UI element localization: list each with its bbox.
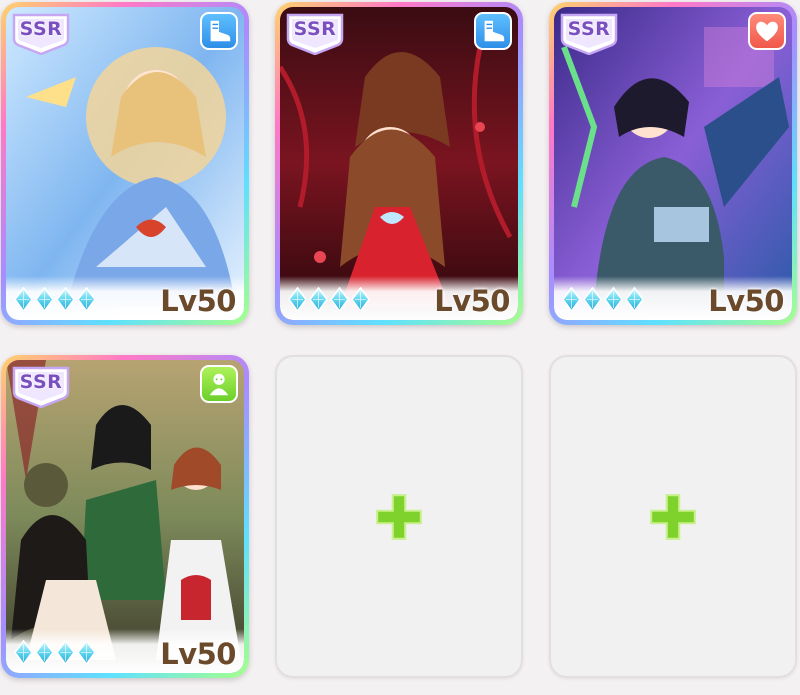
card-level: Lv50: [708, 284, 784, 318]
rarity-label: SSR: [567, 18, 611, 40]
limit-break-diamonds: [562, 287, 644, 312]
card-frame: SSR Lv50: [280, 7, 518, 320]
diamond-icon: [14, 640, 33, 665]
diamond-icon: [35, 640, 54, 665]
limit-break-diamonds: [288, 287, 370, 312]
card-frame: SSR Lv50: [6, 7, 244, 320]
rarity-label: SSR: [293, 18, 337, 40]
support-card-3[interactable]: SSR Lv50: [549, 2, 797, 325]
plus-icon: [647, 491, 699, 543]
card-frame: SSR Lv50: [554, 7, 792, 320]
rarity-badge: SSR: [284, 11, 346, 55]
diamond-icon: [309, 287, 328, 312]
diamond-icon: [56, 640, 75, 665]
diamond-icon: [604, 287, 623, 312]
diamond-icon: [562, 287, 581, 312]
diamond-icon: [35, 287, 54, 312]
card-level: Lv50: [160, 637, 236, 671]
diamond-icon: [288, 287, 307, 312]
limit-break-diamonds: [14, 640, 96, 665]
support-card-1[interactable]: SSR Lv50: [1, 2, 249, 325]
limit-break-diamonds: [14, 287, 96, 312]
card-level: Lv50: [434, 284, 510, 318]
heart-icon: [748, 12, 786, 50]
support-card-4[interactable]: SSR Lv50: [1, 355, 249, 678]
speed-shoe-icon: [200, 12, 238, 50]
empty-support-slot-1[interactable]: [275, 355, 523, 678]
rarity-badge: SSR: [10, 364, 72, 408]
diamond-icon: [77, 287, 96, 312]
diamond-icon: [351, 287, 370, 312]
diamond-icon: [77, 640, 96, 665]
diamond-icon: [14, 287, 33, 312]
card-level: Lv50: [160, 284, 236, 318]
rarity-badge: SSR: [10, 11, 72, 55]
diamond-icon: [330, 287, 349, 312]
rarity-label: SSR: [19, 18, 63, 40]
rarity-label: SSR: [19, 371, 63, 393]
support-card-2[interactable]: SSR Lv50: [275, 2, 523, 325]
plus-icon: [373, 491, 425, 543]
rarity-badge: SSR: [558, 11, 620, 55]
empty-support-slot-2[interactable]: [549, 355, 797, 678]
diamond-icon: [625, 287, 644, 312]
diamond-icon: [56, 287, 75, 312]
card-frame: SSR Lv50: [6, 360, 244, 673]
speed-shoe-icon: [474, 12, 512, 50]
diamond-icon: [583, 287, 602, 312]
group-icon: [200, 365, 238, 403]
